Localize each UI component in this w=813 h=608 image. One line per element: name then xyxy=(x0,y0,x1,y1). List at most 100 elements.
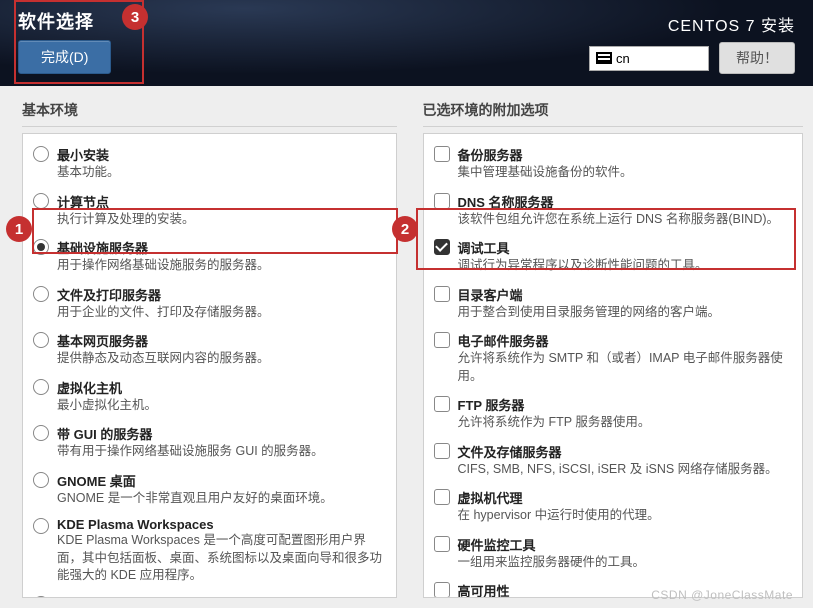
addon-item[interactable]: 调试工具调试行为异常程序以及诊断性能问题的工具。 xyxy=(432,233,795,280)
main-content: 基本环境 最小安装基本功能。计算节点执行计算及处理的安装。基础设施服务器用于操作… xyxy=(0,86,813,608)
item-desc: 调试行为异常程序以及诊断性能问题的工具。 xyxy=(458,257,793,275)
radio-0[interactable] xyxy=(33,146,49,162)
checkbox-4[interactable] xyxy=(434,332,450,348)
item-name: 调试工具 xyxy=(458,238,793,257)
item-name: 文件及存储服务器 xyxy=(458,442,793,461)
addons-heading: 已选环境的附加选项 xyxy=(423,100,804,127)
addon-item[interactable]: 文件及存储服务器CIFS, SMB, NFS, iSCSI, iSER 及 iS… xyxy=(432,437,795,484)
radio-5[interactable] xyxy=(33,379,49,395)
radio-3[interactable] xyxy=(33,286,49,302)
item-texts: 调试工具调试行为异常程序以及诊断性能问题的工具。 xyxy=(458,238,793,275)
checkbox-5[interactable] xyxy=(434,396,450,412)
item-texts: FTP 服务器允许将系统作为 FTP 服务器使用。 xyxy=(458,395,793,432)
addon-item[interactable]: DNS 名称服务器该软件包组允许您在系统上运行 DNS 名称服务器(BIND)。 xyxy=(432,187,795,234)
item-texts: 文件及打印服务器用于企业的文件、打印及存储服务器。 xyxy=(57,285,386,322)
item-desc: KDE Plasma Workspaces 是一个高度可配置图形用户界面，其中包… xyxy=(57,532,386,585)
checkbox-2[interactable] xyxy=(434,239,450,255)
env-item[interactable]: 开发及生成工作站用于软件、硬件、图形或者内容开发的工作站。 xyxy=(31,590,388,599)
item-texts: 备份服务器集中管理基础设施备份的软件。 xyxy=(458,145,793,182)
item-name: 基本网页服务器 xyxy=(57,331,386,350)
item-desc: 允许将系统作为 SMTP 和（或者）IMAP 电子邮件服务器使用。 xyxy=(458,350,793,385)
env-item[interactable]: 文件及打印服务器用于企业的文件、打印及存储服务器。 xyxy=(31,280,388,327)
item-desc: 用于企业的文件、打印及存储服务器。 xyxy=(57,304,386,322)
checkbox-9[interactable] xyxy=(434,582,450,598)
done-button[interactable]: 完成(D) xyxy=(18,40,111,74)
item-desc: 允许将系统作为 FTP 服务器使用。 xyxy=(458,414,793,432)
item-name: 虚拟机代理 xyxy=(458,488,793,507)
item-texts: 最小安装基本功能。 xyxy=(57,145,386,182)
annotation-marker-1: 1 xyxy=(6,216,32,242)
env-item[interactable]: 最小安装基本功能。 xyxy=(31,140,388,187)
item-name: 开发及生成工作站 xyxy=(57,595,386,599)
env-item[interactable]: 基本网页服务器提供静态及动态互联网内容的服务器。 xyxy=(31,326,388,373)
addon-item[interactable]: 目录客户端用于整合到使用目录服务管理的网络的客户端。 xyxy=(432,280,795,327)
item-texts: KDE Plasma WorkspacesKDE Plasma Workspac… xyxy=(57,517,386,585)
checkbox-8[interactable] xyxy=(434,536,450,552)
item-desc: 该软件包组允许您在系统上运行 DNS 名称服务器(BIND)。 xyxy=(458,211,793,229)
env-item[interactable]: 带 GUI 的服务器带有用于操作网络基础设施服务 GUI 的服务器。 xyxy=(31,419,388,466)
addon-item[interactable]: 备份服务器集中管理基础设施备份的软件。 xyxy=(432,140,795,187)
env-item[interactable]: 虚拟化主机最小虚拟化主机。 xyxy=(31,373,388,420)
item-name: 备份服务器 xyxy=(458,145,793,164)
item-name: 电子邮件服务器 xyxy=(458,331,793,350)
item-texts: 带 GUI 的服务器带有用于操作网络基础设施服务 GUI 的服务器。 xyxy=(57,424,386,461)
addon-item[interactable]: FTP 服务器允许将系统作为 FTP 服务器使用。 xyxy=(432,390,795,437)
addons-list[interactable]: 备份服务器集中管理基础设施备份的软件。 DNS 名称服务器该软件包组允许您在系统上… xyxy=(423,133,804,598)
radio-7[interactable] xyxy=(33,472,49,488)
item-name: 基础设施服务器 xyxy=(57,238,386,257)
checkbox-7[interactable] xyxy=(434,489,450,505)
item-desc: 带有用于操作网络基础设施服务 GUI 的服务器。 xyxy=(57,443,386,461)
item-desc: 最小虚拟化主机。 xyxy=(57,397,386,415)
item-name: 虚拟化主机 xyxy=(57,378,386,397)
item-name: DNS 名称服务器 xyxy=(458,192,793,211)
base-environment-column: 基本环境 最小安装基本功能。计算节点执行计算及处理的安装。基础设施服务器用于操作… xyxy=(0,86,407,608)
item-texts: 文件及存储服务器CIFS, SMB, NFS, iSCSI, iSER 及 iS… xyxy=(458,442,793,479)
radio-4[interactable] xyxy=(33,332,49,348)
item-desc: 一组用来监控服务器硬件的工具。 xyxy=(458,554,793,572)
keyboard-icon xyxy=(596,52,612,64)
checkbox-3[interactable] xyxy=(434,286,450,302)
base-environment-list[interactable]: 最小安装基本功能。计算节点执行计算及处理的安装。基础设施服务器用于操作网络基础设… xyxy=(22,133,397,598)
item-name: FTP 服务器 xyxy=(458,395,793,414)
annotation-marker-2: 2 xyxy=(392,216,418,242)
annotation-marker-3: 3 xyxy=(122,4,148,30)
item-desc: 用于整合到使用目录服务管理的网络的客户端。 xyxy=(458,304,793,322)
radio-1[interactable] xyxy=(33,193,49,209)
item-name: 目录客户端 xyxy=(458,285,793,304)
radio-6[interactable] xyxy=(33,425,49,441)
item-texts: 硬件监控工具一组用来监控服务器硬件的工具。 xyxy=(458,535,793,572)
keyboard-layout-selector[interactable]: cn xyxy=(589,46,709,71)
item-desc: 执行计算及处理的安装。 xyxy=(57,211,386,229)
checkbox-1[interactable] xyxy=(434,193,450,209)
item-texts: 虚拟机代理在 hypervisor 中运行时使用的代理。 xyxy=(458,488,793,525)
help-button[interactable]: 帮助！ xyxy=(719,42,795,74)
item-name: 最小安装 xyxy=(57,145,386,164)
item-texts: 基础设施服务器用于操作网络基础设施服务的服务器。 xyxy=(57,238,386,275)
page-title: 软件选择 xyxy=(18,8,111,34)
item-texts: 开发及生成工作站用于软件、硬件、图形或者内容开发的工作站。 xyxy=(57,595,386,599)
installer-label: CENTOS 7 安装 xyxy=(668,12,795,36)
item-texts: 虚拟化主机最小虚拟化主机。 xyxy=(57,378,386,415)
env-item[interactable]: GNOME 桌面GNOME 是一个非常直观且用户友好的桌面环境。 xyxy=(31,466,388,513)
addons-column: 已选环境的附加选项 备份服务器集中管理基础设施备份的软件。 DNS 名称服务器该软… xyxy=(407,86,813,608)
keyboard-layout-code: cn xyxy=(616,51,630,66)
env-item[interactable]: KDE Plasma WorkspacesKDE Plasma Workspac… xyxy=(31,512,388,590)
item-desc: GNOME 是一个非常直观且用户友好的桌面环境。 xyxy=(57,490,386,508)
addon-item[interactable]: 电子邮件服务器允许将系统作为 SMTP 和（或者）IMAP 电子邮件服务器使用。 xyxy=(432,326,795,390)
env-item[interactable]: 基础设施服务器用于操作网络基础设施服务的服务器。 xyxy=(31,233,388,280)
item-name: 计算节点 xyxy=(57,192,386,211)
checkbox-6[interactable] xyxy=(434,443,450,459)
item-desc: CIFS, SMB, NFS, iSCSI, iSER 及 iSNS 网络存储服… xyxy=(458,461,793,479)
addon-item[interactable]: 硬件监控工具一组用来监控服务器硬件的工具。 xyxy=(432,530,795,577)
addon-item[interactable]: 虚拟机代理在 hypervisor 中运行时使用的代理。 xyxy=(432,483,795,530)
item-texts: 电子邮件服务器允许将系统作为 SMTP 和（或者）IMAP 电子邮件服务器使用。 xyxy=(458,331,793,385)
radio-2[interactable] xyxy=(33,239,49,255)
header-right: CENTOS 7 安装 cn 帮助！ xyxy=(589,8,795,86)
radio-8[interactable] xyxy=(33,518,49,534)
env-item[interactable]: 计算节点执行计算及处理的安装。 xyxy=(31,187,388,234)
watermark: CSDN @JoneClassMate xyxy=(651,588,793,602)
item-texts: GNOME 桌面GNOME 是一个非常直观且用户友好的桌面环境。 xyxy=(57,471,386,508)
checkbox-0[interactable] xyxy=(434,146,450,162)
radio-9[interactable] xyxy=(33,596,49,599)
item-desc: 基本功能。 xyxy=(57,164,386,182)
